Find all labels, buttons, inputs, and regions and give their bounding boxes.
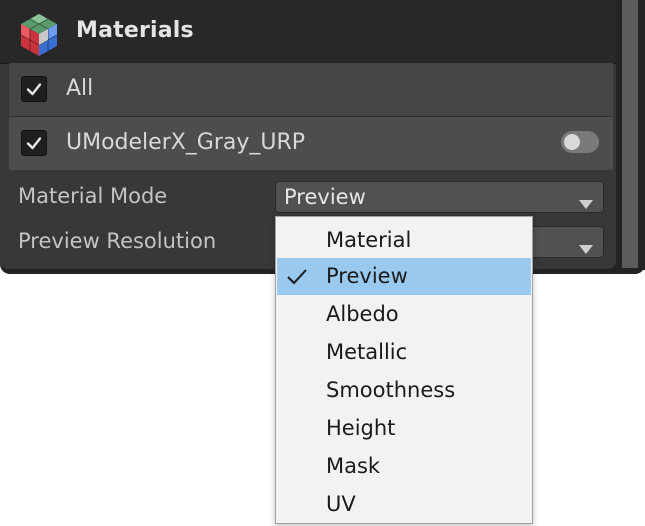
menu-item-label: Material (326, 228, 412, 252)
panel-header: Materials (0, 0, 616, 64)
material-visibility-toggle[interactable] (561, 131, 599, 153)
menu-item-mask[interactable]: Mask (277, 448, 531, 485)
material-name-label: UModelerX_Gray_URP (66, 130, 306, 155)
menu-item-label: Preview (326, 264, 408, 288)
menu-item-label: Height (326, 416, 396, 440)
scrollbar-thumb[interactable] (622, 0, 638, 268)
preview-resolution-label: Preview Resolution (18, 229, 217, 253)
cube-grid-icon (18, 12, 60, 58)
material-mode-label: Material Mode (18, 184, 168, 208)
menu-item-material[interactable]: Material (277, 222, 531, 259)
menu-item-albedo[interactable]: Albedo (277, 296, 531, 333)
row-material: UModelerX_Gray_URP (9, 117, 613, 170)
menu-item-preview[interactable]: Preview (277, 258, 531, 295)
menu-item-label: Smoothness (326, 378, 456, 402)
checkmark-icon (286, 268, 308, 290)
chevron-down-icon (579, 194, 593, 213)
checkmark-icon (26, 137, 42, 150)
toggle-knob (564, 134, 580, 150)
menu-item-label: Albedo (326, 302, 399, 326)
material-checkbox[interactable] (21, 130, 47, 156)
menu-item-metallic[interactable]: Metallic (277, 334, 531, 371)
panel-title: Materials (76, 18, 194, 43)
material-mode-menu: Material Preview Albedo Metallic Smoothn… (275, 216, 533, 524)
menu-item-label: UV (326, 492, 356, 516)
menu-item-uv[interactable]: UV (277, 486, 531, 523)
all-checkbox[interactable] (21, 76, 47, 102)
menu-item-label: Metallic (326, 340, 408, 364)
all-label: All (66, 76, 94, 101)
menu-item-smoothness[interactable]: Smoothness (277, 372, 531, 409)
row-all: All (9, 63, 613, 116)
material-mode-dropdown[interactable]: Preview (275, 181, 604, 213)
material-mode-value: Preview (284, 185, 366, 209)
menu-item-height[interactable]: Height (277, 410, 531, 447)
menu-item-label: Mask (326, 454, 381, 478)
chevron-down-icon (579, 239, 593, 258)
checkmark-icon (26, 83, 42, 96)
